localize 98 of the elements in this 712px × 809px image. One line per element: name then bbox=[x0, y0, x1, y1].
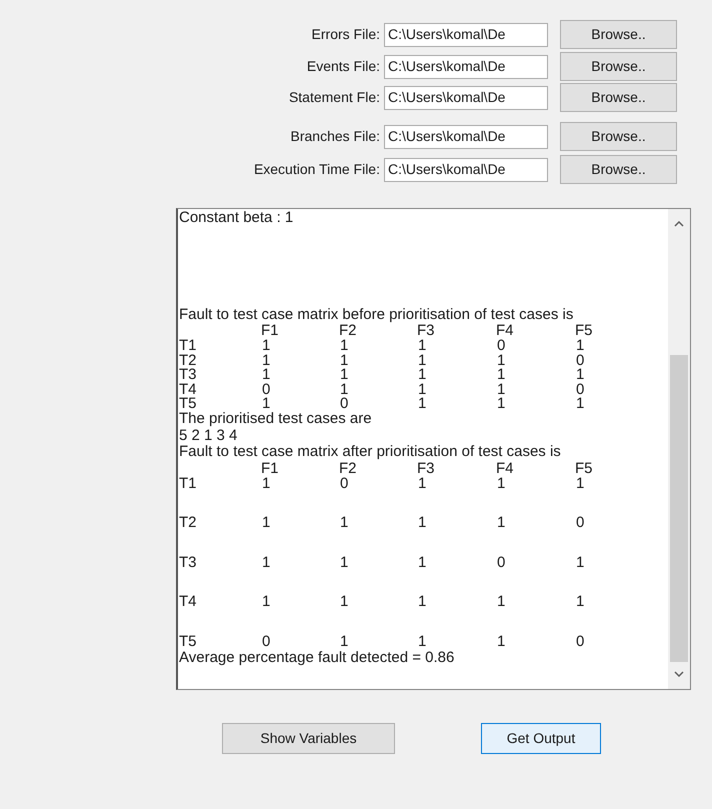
output-line: Average percentage fault detected = 0.86 bbox=[179, 650, 456, 666]
matrix-value: 1 bbox=[339, 352, 350, 368]
scroll-thumb[interactable] bbox=[670, 355, 688, 662]
row-label: T4 bbox=[179, 594, 198, 612]
scrollbar[interactable] bbox=[668, 209, 690, 689]
matrix-value: 1 bbox=[417, 367, 428, 382]
matrix-value: 1 bbox=[261, 554, 272, 572]
matrix-value: 1 bbox=[339, 594, 350, 612]
output-line: The prioritised test cases are bbox=[179, 411, 373, 428]
field-label: Execution Time File: bbox=[254, 160, 380, 179]
matrix-value: 1 bbox=[261, 338, 272, 353]
matrix-value: 1 bbox=[261, 594, 272, 612]
output-line: 5 2 1 3 4 bbox=[179, 428, 238, 444]
matrix-value: 1 bbox=[575, 396, 586, 411]
matrix-value: 1 bbox=[575, 367, 586, 382]
field-label: Events File: bbox=[306, 57, 380, 76]
matrix-value: 1 bbox=[496, 352, 506, 368]
row-label: T1 bbox=[179, 338, 198, 353]
column-header: F2 bbox=[338, 460, 358, 476]
output-line: Constant beta : 1 bbox=[179, 210, 294, 226]
matrix-value: 1 bbox=[575, 554, 586, 572]
column-header: F1 bbox=[260, 323, 280, 338]
file-path-field[interactable]: C:\Users\komal\De bbox=[384, 158, 548, 182]
matrix-value: 1 bbox=[496, 515, 506, 533]
matrix-value: 1 bbox=[339, 554, 350, 572]
matrix-value: 1 bbox=[496, 367, 506, 382]
row-label: T5 bbox=[179, 634, 198, 648]
matrix-value: 1 bbox=[417, 338, 428, 353]
matrix-value: 1 bbox=[417, 594, 428, 612]
row-label: T1 bbox=[179, 476, 198, 494]
row-label: T3 bbox=[179, 367, 198, 382]
scroll-down-icon[interactable] bbox=[674, 671, 684, 677]
matrix-value: 1 bbox=[339, 338, 350, 353]
column-header: F5 bbox=[574, 323, 594, 338]
file-path-field[interactable]: C:\Users\komal\De bbox=[384, 124, 548, 148]
field-label: Errors File: bbox=[312, 25, 380, 44]
matrix-value: 0 bbox=[261, 634, 272, 648]
browse-button[interactable]: Browse.. bbox=[560, 52, 677, 81]
file-path-field[interactable]: C:\Users\komal\De bbox=[384, 86, 548, 110]
row-label: T3 bbox=[179, 554, 198, 572]
matrix-value: 1 bbox=[339, 367, 350, 382]
browse-button[interactable]: Browse.. bbox=[560, 20, 677, 49]
file-path-field[interactable]: C:\Users\komal\De bbox=[384, 54, 548, 78]
row-label: T4 bbox=[179, 382, 198, 396]
matrix-value: 1 bbox=[575, 338, 586, 353]
matrix-value: 1 bbox=[496, 594, 506, 612]
browse-button[interactable]: Browse.. bbox=[560, 122, 677, 151]
row-label: T5 bbox=[179, 396, 198, 411]
column-header: F3 bbox=[416, 460, 436, 476]
matrix-value: 1 bbox=[261, 396, 272, 411]
column-header: F1 bbox=[260, 460, 280, 476]
row-label: T2 bbox=[179, 515, 198, 533]
column-header: F4 bbox=[495, 460, 515, 476]
browse-button[interactable]: Browse.. bbox=[560, 155, 677, 184]
matrix-value: 0 bbox=[575, 634, 586, 648]
matrix-value: 1 bbox=[496, 476, 506, 494]
matrix-value: 0 bbox=[339, 476, 350, 494]
file-path-field[interactable]: C:\Users\komal\De bbox=[384, 22, 548, 46]
matrix-value: 1 bbox=[575, 594, 586, 612]
matrix-value: 1 bbox=[339, 634, 350, 648]
matrix-value: 1 bbox=[417, 352, 428, 368]
matrix-value: 1 bbox=[417, 634, 428, 648]
output-line: Fault to test case matrix before prioritisation of test cases is bbox=[179, 306, 574, 323]
matrix-value: 0 bbox=[575, 515, 586, 533]
column-header: F2 bbox=[338, 323, 358, 338]
browse-button[interactable]: Browse.. bbox=[560, 83, 677, 112]
matrix-value: 0 bbox=[496, 554, 506, 572]
column-header: F5 bbox=[574, 460, 594, 476]
matrix-value: 1 bbox=[339, 515, 350, 533]
matrix-value: 1 bbox=[575, 476, 586, 494]
matrix-value: 1 bbox=[417, 476, 428, 494]
field-label: Statement Fle: bbox=[288, 88, 380, 107]
matrix-value: 1 bbox=[261, 367, 272, 382]
matrix-value: 1 bbox=[496, 396, 506, 411]
matrix-value: 1 bbox=[496, 634, 506, 648]
matrix-value: 1 bbox=[261, 352, 272, 368]
matrix-value: 1 bbox=[417, 396, 428, 411]
action-button[interactable]: Get Output bbox=[481, 723, 601, 754]
column-header: F3 bbox=[417, 323, 435, 338]
field-label: Branches File: bbox=[290, 127, 380, 146]
output-line: Fault to test case matrix after prioritisation of test cases is bbox=[179, 444, 562, 460]
matrix-value: 0 bbox=[496, 338, 506, 353]
matrix-value: 0 bbox=[575, 352, 586, 368]
matrix-value: 1 bbox=[417, 515, 428, 533]
action-button[interactable]: Show Variables bbox=[222, 723, 395, 754]
matrix-value: 0 bbox=[339, 396, 350, 411]
scroll-up-icon[interactable] bbox=[674, 221, 684, 227]
matrix-value: 1 bbox=[339, 382, 350, 396]
matrix-value: 1 bbox=[417, 382, 428, 396]
matrix-value: 1 bbox=[496, 382, 506, 396]
matrix-value: 1 bbox=[261, 515, 272, 533]
matrix-value: 0 bbox=[261, 382, 272, 396]
matrix-value: 1 bbox=[261, 476, 272, 494]
output-text-area[interactable] bbox=[176, 208, 691, 690]
matrix-value: 0 bbox=[575, 382, 586, 396]
matrix-value: 1 bbox=[417, 554, 428, 572]
row-label: T2 bbox=[179, 352, 198, 368]
column-header: F4 bbox=[495, 323, 515, 338]
